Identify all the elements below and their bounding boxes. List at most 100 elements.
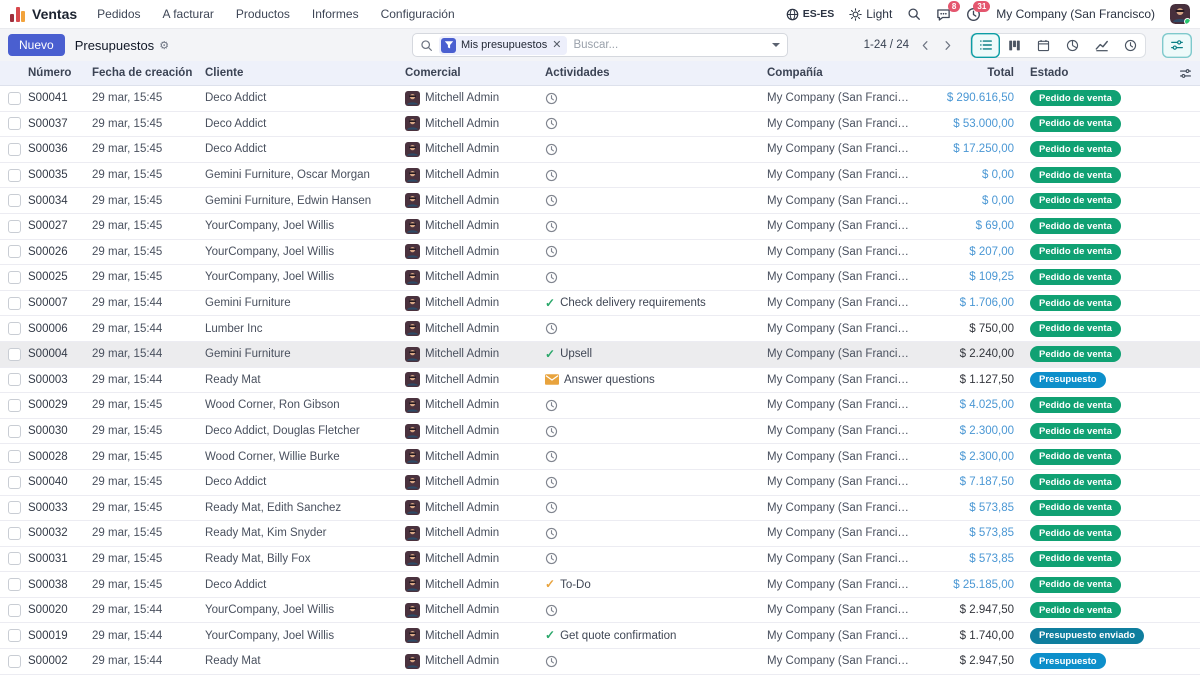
user-avatar[interactable] [1170,4,1190,24]
activity-icon[interactable] [545,476,558,489]
messages-button[interactable]: 8 [936,7,951,22]
table-row[interactable]: S00028 29 mar, 15:45 Wood Corner, Willie… [0,444,1200,470]
row-checkbox[interactable] [8,578,21,591]
advanced-filters-button[interactable] [1162,33,1192,58]
menu-pedidos[interactable]: Pedidos [97,7,140,21]
activity-icon[interactable] [545,322,558,335]
header-comercial[interactable]: Comercial [405,67,545,79]
table-row[interactable]: S00031 29 mar, 15:45 Ready Mat, Billy Fo… [0,547,1200,573]
table-row[interactable]: S00027 29 mar, 15:45 YourCompany, Joel W… [0,214,1200,240]
row-checkbox[interactable] [8,399,21,412]
row-checkbox[interactable] [8,629,21,642]
row-checkbox[interactable] [8,143,21,156]
row-checkbox[interactable] [8,220,21,233]
activity-icon[interactable] [545,143,558,156]
row-checkbox[interactable] [8,271,21,284]
activity-icon[interactable] [545,117,558,130]
activity-icon[interactable] [545,92,558,105]
row-checkbox[interactable] [8,604,21,617]
row-checkbox[interactable] [8,245,21,258]
row-checkbox[interactable] [8,194,21,207]
row-checkbox[interactable] [8,425,21,438]
row-checkbox[interactable] [8,527,21,540]
activity-icon[interactable] [545,655,558,668]
menu-productos[interactable]: Productos [236,7,290,21]
table-row[interactable]: S00032 29 mar, 15:45 Ready Mat, Kim Snyd… [0,521,1200,547]
facet-remove-icon[interactable]: ✕ [552,40,561,51]
row-checkbox[interactable] [8,655,21,668]
header-estado[interactable]: Estado [1022,67,1170,79]
table-row[interactable]: S00002 29 mar, 15:44 Ready Mat Mitchell … [0,649,1200,675]
graph-view-button[interactable] [1087,33,1116,58]
activity-icon[interactable] [545,527,558,540]
activity-icon[interactable] [545,604,558,617]
new-button[interactable]: Nuevo [8,34,65,56]
activity-icon[interactable] [545,374,559,385]
table-row[interactable]: S00026 29 mar, 15:45 YourCompany, Joel W… [0,240,1200,266]
row-checkbox[interactable] [8,92,21,105]
activity-icon[interactable]: ✓ [545,297,555,310]
global-search-button[interactable] [907,7,921,21]
table-row[interactable]: S00038 29 mar, 15:45 Deco Addict Mitchel… [0,572,1200,598]
row-checkbox[interactable] [8,348,21,361]
theme-toggle[interactable]: Light [849,7,892,21]
table-row[interactable]: S00037 29 mar, 15:45 Deco Addict Mitchel… [0,112,1200,138]
table-row[interactable]: S00029 29 mar, 15:45 Wood Corner, Ron Gi… [0,393,1200,419]
header-total[interactable]: Total [912,67,1022,79]
table-row[interactable]: S00007 29 mar, 15:44 Gemini Furniture Mi… [0,291,1200,317]
row-checkbox[interactable] [8,501,21,514]
menu-configuracion[interactable]: Configuración [381,7,455,21]
row-checkbox[interactable] [8,552,21,565]
table-row[interactable]: S00036 29 mar, 15:45 Deco Addict Mitchel… [0,137,1200,163]
app-name[interactable]: Ventas [32,6,77,22]
table-row[interactable]: S00041 29 mar, 15:45 Deco Addict Mitchel… [0,86,1200,112]
search-caret-down-icon[interactable] [772,43,780,47]
header-fecha[interactable]: Fecha de creación [92,67,205,79]
search-facet[interactable]: Mis presupuestos ✕ [439,36,567,55]
calendar-view-button[interactable] [1029,33,1058,58]
table-row[interactable]: S00035 29 mar, 15:45 Gemini Furniture, O… [0,163,1200,189]
header-actividades[interactable]: Actividades [545,67,767,79]
row-checkbox[interactable] [8,169,21,182]
activity-icon[interactable] [545,271,558,284]
activity-icon[interactable] [545,194,558,207]
activities-button[interactable]: 31 [966,7,981,22]
row-checkbox[interactable] [8,117,21,130]
optional-columns-button[interactable] [1170,67,1200,80]
app-logo-icon[interactable] [10,7,25,22]
row-checkbox[interactable] [8,322,21,335]
activity-icon[interactable]: ✓ [545,348,555,361]
table-row[interactable]: S00019 29 mar, 15:44 YourCompany, Joel W… [0,623,1200,649]
header-numero[interactable]: Número [28,67,92,79]
breadcrumb-title[interactable]: Presupuestos [75,38,155,53]
table-row[interactable]: S00020 29 mar, 15:44 YourCompany, Joel W… [0,598,1200,624]
activity-view-button[interactable] [1116,33,1145,58]
menu-a-facturar[interactable]: A facturar [163,7,214,21]
activity-icon[interactable] [545,169,558,182]
activity-icon[interactable] [545,245,558,258]
table-row[interactable]: S00040 29 mar, 15:45 Deco Addict Mitchel… [0,470,1200,496]
activity-icon[interactable] [545,220,558,233]
company-switcher[interactable]: My Company (San Francisco) [996,7,1155,21]
table-row[interactable]: S00034 29 mar, 15:45 Gemini Furniture, E… [0,188,1200,214]
table-row[interactable]: S00030 29 mar, 15:45 Deco Addict, Dougla… [0,419,1200,445]
activity-icon[interactable]: ✓ [545,578,555,591]
activity-icon[interactable] [545,425,558,438]
table-row[interactable]: S00003 29 mar, 15:44 Ready Mat Mitchell … [0,368,1200,394]
actions-gear-icon[interactable]: ⚙ [159,39,169,52]
activity-icon[interactable]: ✓ [545,629,555,642]
table-row[interactable]: S00033 29 mar, 15:45 Ready Mat, Edith Sa… [0,496,1200,522]
header-cliente[interactable]: Cliente [205,67,405,79]
row-checkbox[interactable] [8,476,21,489]
row-checkbox[interactable] [8,297,21,310]
activity-icon[interactable] [545,399,558,412]
menu-informes[interactable]: Informes [312,7,359,21]
table-row[interactable]: S00025 29 mar, 15:45 YourCompany, Joel W… [0,265,1200,291]
header-compania[interactable]: Compañía [767,67,912,79]
search-bar[interactable]: Mis presupuestos ✕ [412,33,788,57]
activity-icon[interactable] [545,450,558,463]
language-switcher[interactable]: ES-ES [786,8,835,21]
table-row[interactable]: S00004 29 mar, 15:44 Gemini Furniture Mi… [0,342,1200,368]
activity-icon[interactable] [545,501,558,514]
pager-next-button[interactable] [940,38,955,53]
